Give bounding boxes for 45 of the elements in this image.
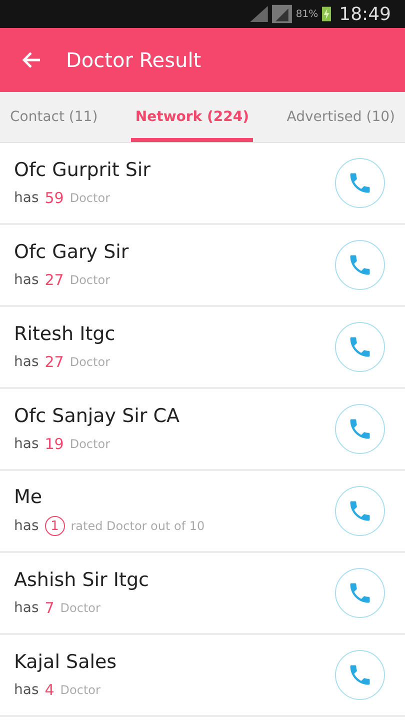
call-button[interactable] [335,322,385,372]
doctor-label: Doctor [70,191,110,205]
doctor-label: Doctor [60,683,100,697]
signal-icon [272,4,292,24]
has-label: has [14,600,39,616]
doctor-label: Doctor [70,273,110,287]
call-button[interactable] [335,486,385,536]
doctor-count: 19 [44,435,64,453]
call-button[interactable] [335,568,385,618]
contact-name: Ofc Sanjay Sir CA [14,405,180,427]
rating-number: 1 [44,516,65,536]
doctor-label: Doctor [70,437,110,451]
contact-name: Ofc Gurprit Sir [14,159,150,181]
doctor-label: Doctor [70,355,110,369]
doctor-count: 4 [44,681,54,699]
doctor-label: Doctor [60,601,100,615]
contact-name: Kajal Sales [14,651,117,673]
tab[interactable]: Network (224) [131,92,253,142]
doctor-label: rated Doctor out of 10 [70,519,205,533]
contact-name: Me [14,486,44,508]
doctor-count: 59 [44,189,64,207]
call-button[interactable] [335,404,385,454]
signal-icon [250,6,268,22]
battery-charging-icon [322,6,332,22]
has-label: has [14,518,39,534]
call-button[interactable] [335,240,385,290]
call-button[interactable] [335,650,385,700]
has-label: has [14,436,39,452]
has-label: has [14,354,39,370]
tab[interactable]: Advertised (10) [282,92,399,142]
doctor-count: 27 [44,353,64,371]
has-label: has [14,682,39,698]
contact-name: Ritesh Itgc [14,323,116,345]
has-label: has [14,190,39,206]
doctor-count: 27 [44,271,64,289]
doctor-count: 7 [44,599,54,617]
has-label: has [14,272,39,288]
screen-title: Doctor Result [66,48,202,72]
battery-percent: 81% [296,8,318,20]
clock-time: 18:49 [339,4,391,24]
call-button[interactable] [335,158,385,208]
back-arrow-icon[interactable] [22,50,42,70]
contact-name: Ofc Gary Sir [14,241,129,263]
tab[interactable]: Contact (11) [6,92,102,142]
contact-name: Ashish Sir Itgc [14,569,149,591]
